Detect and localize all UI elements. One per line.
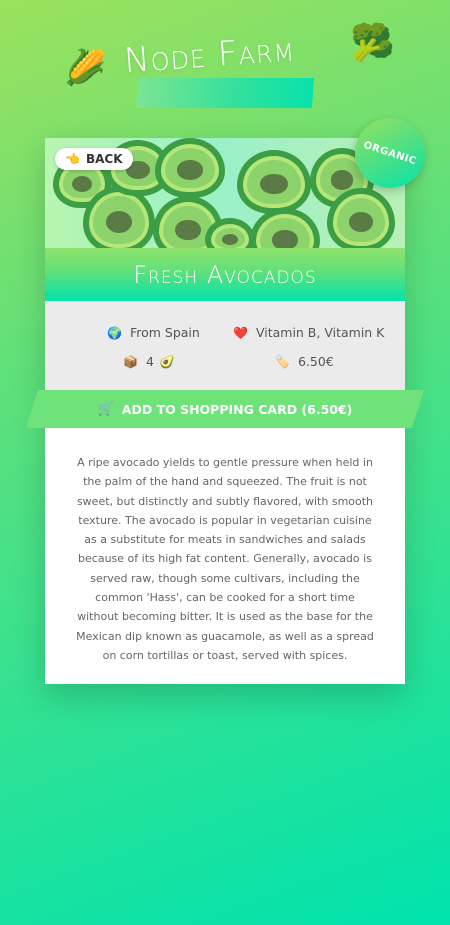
organic-badge-label: ORGANIC (362, 139, 418, 167)
product-title-band: Fresh Avocados (45, 248, 405, 301)
add-to-cart-button[interactable]: 🛒 ADD TO SHOPPING CARD (6.50€) (26, 390, 424, 428)
pointing-hand-icon: 👈 (65, 152, 80, 166)
back-button-label: BACK (85, 152, 123, 166)
nutrients-info: ❤️ Vitamin B, Vitamin K (233, 325, 384, 340)
avocado-icon: 🥑 (159, 354, 175, 369)
back-button[interactable]: 👈 BACK (55, 148, 133, 170)
origin-info: 🌍 From Spain (107, 325, 200, 340)
price-text: 6.50€ (297, 354, 334, 369)
product-title: Fresh Avocados (133, 260, 317, 289)
product-description: A ripe avocado yields to gentle pressure… (76, 456, 374, 662)
quantity-text: 4 (145, 354, 154, 369)
price-tag-icon: 🏷️ (275, 354, 290, 369)
corn-icon: 🌽 (64, 48, 107, 88)
broccoli-icon: 🥦 (350, 23, 395, 64)
box-icon: 📦 (123, 354, 138, 369)
shopping-cart-icon: 🛒 (97, 401, 114, 417)
product-info-panel: 🌍 From Spain ❤️ Vitamin B, Vitamin K 📦 4… (45, 301, 405, 399)
nutrients-text: Vitamin B, Vitamin K (255, 325, 385, 340)
heart-icon: ❤️ (233, 325, 248, 340)
globe-icon: 🌍 (107, 325, 122, 340)
product-hero-image: 👈 BACK (45, 138, 405, 248)
site-header: Node Farm 🌽 🥦 (0, 0, 450, 120)
site-title: Node Farm (122, 29, 297, 82)
price-info: 🏷️ 6.50€ (275, 354, 334, 369)
quantity-info: 📦 4 🥑 (123, 354, 183, 369)
title-underline-bar (135, 78, 315, 108)
origin-text: From Spain (129, 325, 200, 340)
add-to-cart-label: ADD TO SHOPPING CARD (6.50€) (121, 401, 353, 417)
